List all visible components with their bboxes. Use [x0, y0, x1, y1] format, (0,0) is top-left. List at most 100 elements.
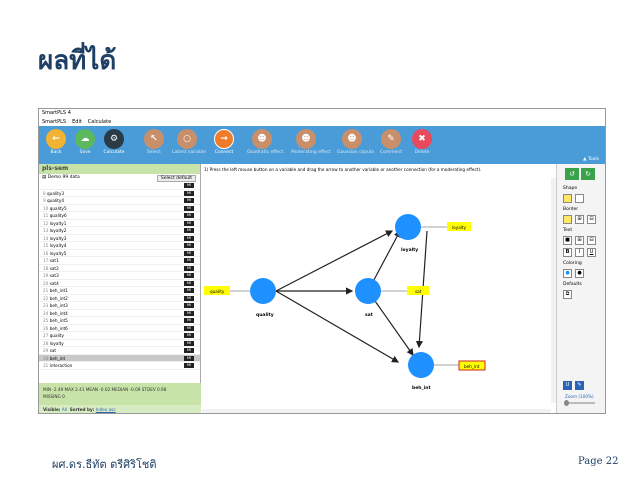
text-color-icon[interactable]: ■: [563, 236, 572, 245]
left-panel: pls-sem ▤ Demo 99 data Select default MI…: [39, 164, 201, 413]
shape-fill-swatch[interactable]: [563, 194, 572, 203]
list-item[interactable]: 18 sat2 MI: [39, 265, 200, 272]
list-item[interactable]: 19 sat3 MI: [39, 272, 200, 280]
list-item-tag: MI: [183, 190, 194, 196]
comment-button[interactable]: ✎ Comment: [376, 129, 406, 155]
list-item-label: 18 sat2: [43, 265, 59, 272]
color-drop-icon[interactable]: ●: [575, 269, 584, 278]
node-quality[interactable]: [250, 278, 276, 304]
list-item[interactable]: 29 sat MI: [39, 347, 200, 355]
list-item-label: 19 sat3: [43, 272, 59, 279]
save-button[interactable]: ☁ Save: [70, 129, 100, 155]
list-item[interactable]: 11 quality6 MI: [39, 212, 200, 220]
underline-button[interactable]: U: [587, 248, 596, 257]
node-behint[interactable]: [408, 352, 434, 378]
horizontal-scrollbar[interactable]: [202, 409, 551, 413]
border-line-icon[interactable]: ⊟: [587, 215, 596, 224]
list-item[interactable]: 26 beh_int6 MI: [39, 325, 200, 332]
node-sat[interactable]: [355, 278, 381, 304]
select-button[interactable]: ↖ Select: [139, 129, 169, 155]
list-item-tag: MI: [183, 355, 194, 361]
smartpls-window: SmartPLS 4 SmartPLS Edit Calculate ← Bac…: [38, 108, 606, 414]
bold-button[interactable]: B: [563, 248, 572, 257]
back-button[interactable]: ← Back: [41, 129, 71, 155]
visible-value[interactable]: All: [62, 407, 67, 412]
list-item[interactable]: 8 quality3 MI: [39, 190, 200, 197]
text-label: Text: [563, 228, 573, 233]
defaults-icon[interactable]: ⧉: [563, 290, 572, 299]
list-item[interactable]: 28 loyalty MI: [39, 340, 200, 347]
sorted-value[interactable]: Index asc: [96, 407, 116, 412]
stats-line: MIN -2.49 MAX 2.41 MEAN -0.02 MEDIAN -0.…: [43, 387, 167, 392]
pen-icon[interactable]: ✎: [575, 381, 584, 390]
list-item[interactable]: 13 loyalty2 MI: [39, 227, 200, 235]
comment-icon: ✎: [381, 129, 401, 149]
list-item[interactable]: 23 beh_int3 MI: [39, 302, 200, 310]
list-item-tag: MI: [183, 363, 194, 368]
magnet-icon[interactable]: U: [563, 381, 572, 390]
text-grid-icon[interactable]: ⊞: [575, 236, 584, 245]
quadratic-effect-button[interactable]: ☻ Quadratic effect: [247, 129, 283, 155]
coloring-label: Coloring: [563, 261, 582, 266]
list-item[interactable]: 21 beh_int1 MI: [39, 287, 200, 295]
list-item[interactable]: 9 quality4 MI: [39, 197, 200, 205]
menu-bar: SmartPLS Edit Calculate: [39, 118, 605, 126]
list-item[interactable]: 25 beh_int5 MI: [39, 317, 200, 325]
list-item[interactable]: 15 loyalty4 MI: [39, 242, 200, 250]
cloud-save-icon: ☁: [75, 129, 95, 149]
arrow-right-icon: →: [214, 129, 234, 149]
dataset-name[interactable]: ▤ Demo 99 data: [42, 174, 80, 182]
tools-button[interactable]: ▲ Tools: [583, 157, 599, 162]
ribbon-toolbar: ← Back ☁ Save ⚙ Calculate ↖ Select ○ Lat…: [39, 126, 605, 164]
calculate-button[interactable]: ⚙ Calculate: [99, 129, 129, 155]
list-item[interactable]: 30 beh_int MI: [39, 354, 200, 362]
list-item-name: loyalty: [49, 340, 64, 346]
moderating-effect-button[interactable]: ☻ Moderating effect: [291, 129, 331, 155]
list-item[interactable]: MI: [39, 182, 200, 190]
node-loyalty-label: loyalty: [401, 247, 418, 253]
text-align-icon[interactable]: ⊟: [587, 236, 596, 245]
zoom-slider-handle[interactable]: [564, 400, 569, 406]
gaussian-copula-button[interactable]: ☻ Gaussian copula: [337, 129, 374, 155]
list-item[interactable]: 31 interaction MI: [39, 362, 200, 370]
connect-button[interactable]: → Connect: [209, 129, 239, 155]
italic-button[interactable]: I: [575, 248, 584, 257]
list-item[interactable]: 12 loyalty1 MI: [39, 220, 200, 227]
list-item[interactable]: 24 beh_int4 MI: [39, 310, 200, 317]
zoom-label[interactable]: Zoom (100%): [565, 394, 594, 399]
delete-button[interactable]: ✖ Delete: [407, 129, 437, 155]
node-loyalty[interactable]: [395, 214, 421, 240]
select-default-button[interactable]: Select default: [156, 175, 196, 182]
list-item[interactable]: 22 beh_int2 MI: [39, 295, 200, 302]
indicator-list: MI 8 quality3 MI 9 quality4 MI 10 quality5 MI 1…: [39, 182, 200, 380]
menu-edit[interactable]: Edit: [72, 118, 82, 126]
list-item[interactable]: 10 quality5 MI: [39, 205, 200, 212]
path-quality-behint[interactable]: [275, 290, 400, 363]
zoom-slider[interactable]: [564, 400, 595, 406]
list-item-label: 8 quality3: [43, 190, 64, 197]
redo-button[interactable]: ↻: [581, 168, 595, 180]
model-canvas[interactable]: 1) Press the left mouse button on a vari…: [202, 164, 556, 413]
list-item[interactable]: 16 loyalty5 MI: [39, 250, 200, 257]
list-item[interactable]: 20 sat4 MI: [39, 280, 200, 287]
latent-variable-button[interactable]: ○ Latent variable: [172, 129, 206, 155]
node-sat-label: sat: [365, 312, 374, 318]
missing-line: MISSING 0: [43, 394, 65, 399]
undo-button[interactable]: ↺: [565, 168, 579, 180]
border-color-swatch[interactable]: [563, 215, 572, 224]
list-item[interactable]: 17 sat1 MI: [39, 257, 200, 265]
list-item-label: 15 loyalty4: [43, 242, 66, 249]
fill-drop-icon[interactable]: ●: [563, 269, 572, 278]
shape-outline-swatch[interactable]: [575, 194, 584, 203]
dataset-bar: ▤ Demo 99 data Select default: [39, 174, 200, 182]
list-item-label: 9 quality4: [43, 197, 64, 204]
path-model[interactable]: quality loyalty sat beh_int quality loya…: [202, 175, 551, 409]
list-item-tag: MI: [183, 303, 194, 308]
menu-smartpls[interactable]: SmartPLS: [42, 118, 66, 126]
list-item-name: beh_int5: [49, 318, 68, 323]
list-item-name: sat4: [49, 280, 59, 286]
menu-calculate[interactable]: Calculate: [88, 118, 111, 126]
border-grid-icon[interactable]: ⊞: [575, 215, 584, 224]
list-item[interactable]: 14 loyalty3 MI: [39, 235, 200, 242]
list-item[interactable]: 27 quality MI: [39, 332, 200, 340]
